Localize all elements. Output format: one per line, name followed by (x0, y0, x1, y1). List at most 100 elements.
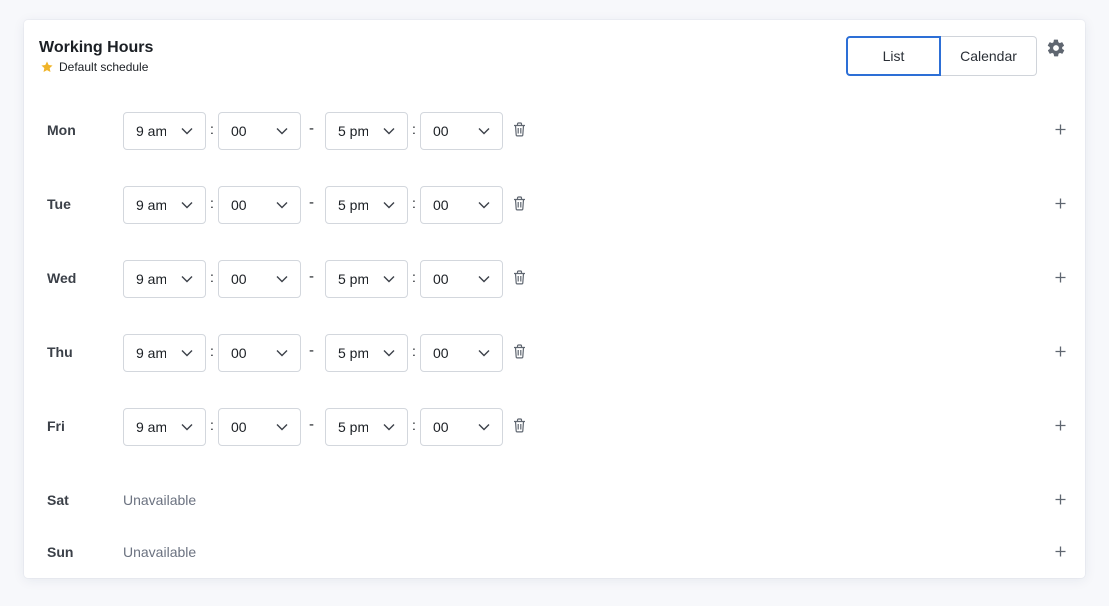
chevron-down-icon (181, 202, 193, 209)
select-value: 00 (433, 419, 449, 435)
day-label: Sun (47, 544, 74, 560)
chevron-down-icon (181, 276, 193, 283)
chevron-down-icon (383, 424, 395, 431)
colon-separator: : (412, 269, 416, 285)
start-minute-select[interactable]: 00 (218, 186, 301, 224)
end-hour-select[interactable]: 5 pm (325, 408, 408, 446)
start-minute-select[interactable]: 00 (218, 260, 301, 298)
colon-separator: : (412, 417, 416, 433)
plus-icon[interactable] (1055, 494, 1066, 505)
day-row-fri: Fri 9 am : 00 - 5 pm : 00 (24, 408, 1085, 446)
chevron-down-icon (478, 202, 490, 209)
star-icon (40, 60, 54, 74)
start-minute-select[interactable]: 00 (218, 334, 301, 372)
working-hours-card: Working Hours Default schedule List Cale… (24, 20, 1085, 578)
trash-icon[interactable] (513, 344, 526, 359)
dash-separator: - (309, 194, 314, 211)
select-value: 00 (231, 345, 247, 361)
plus-icon[interactable] (1055, 124, 1066, 135)
calendar-view-button[interactable]: Calendar (941, 36, 1037, 76)
start-hour-select[interactable]: 9 am (123, 334, 206, 372)
plus-icon[interactable] (1055, 546, 1066, 557)
unavailable-label: Unavailable (123, 492, 197, 508)
trash-icon[interactable] (513, 418, 526, 433)
select-value: 5 pm (338, 197, 368, 213)
chevron-down-icon (276, 202, 288, 209)
day-row-sun: Sun Unavailable (24, 534, 1085, 572)
start-hour-select[interactable]: 9 am (123, 260, 206, 298)
select-value: 9 am (136, 123, 166, 139)
colon-separator: : (210, 195, 214, 211)
chevron-down-icon (478, 350, 490, 357)
unavailable-label: Unavailable (123, 544, 197, 560)
plus-icon[interactable] (1055, 198, 1066, 209)
start-hour-select[interactable]: 9 am (123, 186, 206, 224)
select-value: 5 pm (338, 419, 368, 435)
view-toggle: List Calendar (846, 36, 1037, 76)
day-label: Sat (47, 492, 69, 508)
colon-separator: : (412, 343, 416, 359)
chevron-down-icon (478, 276, 490, 283)
day-label: Thu (47, 344, 73, 360)
day-label: Fri (47, 418, 65, 434)
select-value: 9 am (136, 345, 166, 361)
default-schedule-label: Default schedule (40, 60, 148, 74)
select-value: 00 (231, 123, 247, 139)
dash-separator: - (309, 342, 314, 359)
colon-separator: : (210, 417, 214, 433)
chevron-down-icon (276, 128, 288, 135)
end-hour-select[interactable]: 5 pm (325, 112, 408, 150)
trash-icon[interactable] (513, 122, 526, 137)
subtitle-text: Default schedule (59, 60, 149, 74)
plus-icon[interactable] (1055, 346, 1066, 357)
day-row-sat: Sat Unavailable (24, 482, 1085, 520)
select-value: 00 (433, 123, 449, 139)
chevron-down-icon (181, 350, 193, 357)
select-value: 00 (231, 419, 247, 435)
trash-icon[interactable] (513, 270, 526, 285)
select-value: 9 am (136, 197, 166, 213)
select-value: 00 (433, 197, 449, 213)
dash-separator: - (309, 268, 314, 285)
plus-icon[interactable] (1055, 272, 1066, 283)
select-value: 5 pm (338, 123, 368, 139)
end-hour-select[interactable]: 5 pm (325, 260, 408, 298)
select-value: 5 pm (338, 271, 368, 287)
end-minute-select[interactable]: 00 (420, 186, 503, 224)
chevron-down-icon (383, 276, 395, 283)
gear-icon[interactable] (1046, 38, 1066, 58)
end-minute-select[interactable]: 00 (420, 408, 503, 446)
end-hour-select[interactable]: 5 pm (325, 334, 408, 372)
chevron-down-icon (383, 350, 395, 357)
start-hour-select[interactable]: 9 am (123, 408, 206, 446)
colon-separator: : (412, 195, 416, 211)
dash-separator: - (309, 120, 314, 137)
end-minute-select[interactable]: 00 (420, 112, 503, 150)
plus-icon[interactable] (1055, 420, 1066, 431)
select-value: 00 (231, 197, 247, 213)
day-row-wed: Wed 9 am : 00 - 5 pm : 00 (24, 260, 1085, 298)
end-minute-select[interactable]: 00 (420, 260, 503, 298)
day-row-thu: Thu 9 am : 00 - 5 pm : 00 (24, 334, 1085, 372)
chevron-down-icon (383, 128, 395, 135)
chevron-down-icon (383, 202, 395, 209)
select-value: 00 (433, 271, 449, 287)
start-minute-select[interactable]: 00 (218, 112, 301, 150)
end-minute-select[interactable]: 00 (420, 334, 503, 372)
trash-icon[interactable] (513, 196, 526, 211)
select-value: 9 am (136, 271, 166, 287)
page-title: Working Hours (39, 39, 154, 56)
start-minute-select[interactable]: 00 (218, 408, 301, 446)
day-row-mon: Mon 9 am : 00 - 5 pm : 00 (24, 112, 1085, 150)
dash-separator: - (309, 416, 314, 433)
start-hour-select[interactable]: 9 am (123, 112, 206, 150)
day-label: Mon (47, 122, 76, 138)
chevron-down-icon (181, 128, 193, 135)
chevron-down-icon (181, 424, 193, 431)
list-view-button[interactable]: List (846, 36, 941, 76)
colon-separator: : (210, 343, 214, 359)
select-value: 5 pm (338, 345, 368, 361)
select-value: 00 (231, 271, 247, 287)
end-hour-select[interactable]: 5 pm (325, 186, 408, 224)
chevron-down-icon (276, 424, 288, 431)
